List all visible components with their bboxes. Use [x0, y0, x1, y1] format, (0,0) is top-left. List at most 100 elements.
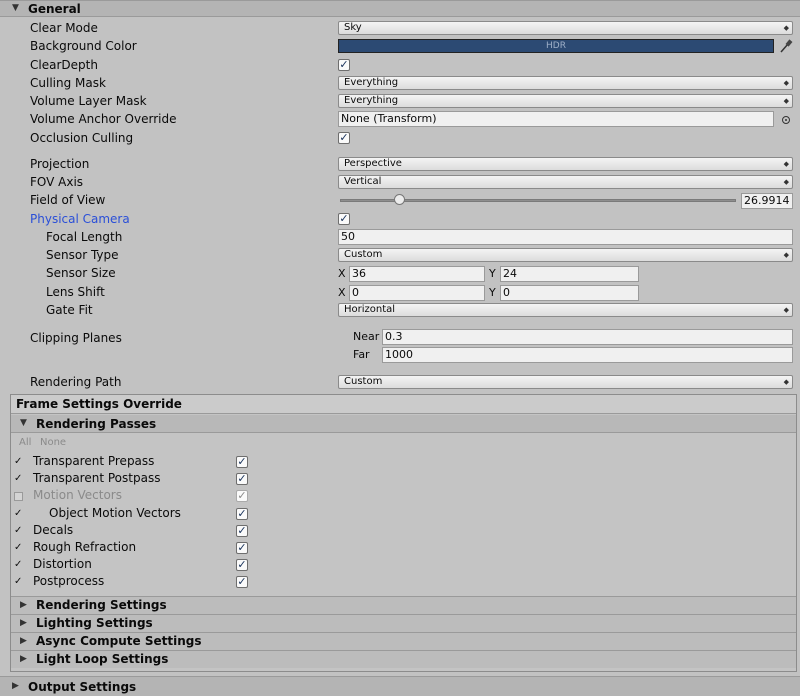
- frame-section-foldout[interactable]: ▶ Lighting Settings: [11, 614, 796, 632]
- rendering-pass-checkbox[interactable]: ✓: [236, 559, 248, 571]
- rendering-pass-label: Transparent Prepass: [33, 454, 155, 468]
- expand-arrow-icon[interactable]: ▶: [20, 636, 27, 646]
- frame-settings-title: Frame Settings Override: [16, 397, 182, 411]
- rendering-pass-label: Object Motion Vectors: [49, 506, 181, 520]
- gate-fit-label: Gate Fit: [46, 303, 93, 317]
- sensor-type-dropdown[interactable]: Custom ◆: [338, 248, 793, 262]
- clear-depth-checkbox[interactable]: ✓: [338, 59, 350, 71]
- expand-arrow-icon[interactable]: ▶: [20, 654, 27, 664]
- background-color-label: Background Color: [30, 39, 137, 53]
- dropdown-arrow-icon: ◆: [783, 306, 789, 314]
- sensor-size-y-label: Y: [489, 267, 496, 280]
- frame-section-foldout[interactable]: ▶ Rendering Settings: [11, 596, 796, 614]
- background-color-swatch[interactable]: HDR: [338, 39, 774, 53]
- rendering-path-dropdown[interactable]: Custom ◆: [338, 375, 793, 389]
- projection-label: Projection: [30, 157, 90, 171]
- sensor-size-y-field[interactable]: 24: [500, 266, 639, 282]
- frame-settings-header: Frame Settings Override: [11, 395, 796, 414]
- override-checkbox[interactable]: ✓: [14, 525, 24, 536]
- rendering-pass-checkbox[interactable]: ✓: [236, 525, 248, 537]
- collapse-arrow-icon[interactable]: ▼: [12, 3, 19, 13]
- override-checkbox[interactable]: ✓: [14, 456, 24, 467]
- volume-layer-mask-label: Volume Layer Mask: [30, 94, 147, 108]
- rendering-pass-checkbox[interactable]: ✓: [236, 473, 248, 485]
- override-checkbox[interactable]: ✓: [14, 576, 24, 587]
- dropdown-arrow-icon: ◆: [783, 160, 789, 168]
- lens-shift-label: Lens Shift: [46, 285, 105, 299]
- override-checkbox[interactable]: ✓: [14, 559, 24, 570]
- frame-section-foldout[interactable]: ▶ Light Loop Settings: [11, 650, 796, 668]
- override-checkbox[interactable]: [14, 492, 23, 501]
- near-label: Near: [353, 330, 380, 343]
- rendering-pass-label: Decals: [33, 523, 74, 537]
- culling-mask-label: Culling Mask: [30, 76, 106, 90]
- general-title: General: [28, 2, 81, 16]
- far-clip-field[interactable]: 1000: [382, 347, 793, 363]
- clear-mode-dropdown[interactable]: Sky ◆: [338, 21, 793, 35]
- select-none-link[interactable]: None: [40, 437, 66, 448]
- near-clip-field[interactable]: 0.3: [382, 329, 793, 345]
- sensor-size-x-label: X: [338, 267, 346, 280]
- collapse-arrow-icon[interactable]: ▼: [20, 418, 27, 428]
- rendering-pass-label: Rough Refraction: [33, 540, 137, 554]
- fov-axis-dropdown[interactable]: Vertical ◆: [338, 175, 793, 189]
- rendering-path-label: Rendering Path: [30, 375, 122, 389]
- rendering-passes-foldout[interactable]: ▼ Rendering Passes: [11, 415, 796, 433]
- rendering-pass-label: Motion Vectors: [33, 488, 122, 502]
- clear-mode-label: Clear Mode: [30, 21, 98, 35]
- output-settings-foldout[interactable]: ▶ Output Settings: [0, 676, 800, 696]
- rendering-pass-checkbox[interactable]: ✓: [236, 508, 248, 520]
- dropdown-arrow-icon: ◆: [783, 79, 789, 87]
- output-settings-title: Output Settings: [28, 680, 137, 694]
- physical-camera-checkbox[interactable]: ✓: [338, 213, 350, 225]
- clear-mode-value: Sky: [344, 22, 362, 33]
- frame-section-title: Light Loop Settings: [36, 652, 169, 666]
- projection-value: Perspective: [344, 158, 402, 169]
- override-checkbox[interactable]: ✓: [14, 473, 24, 484]
- dropdown-arrow-icon: ◆: [783, 24, 789, 32]
- culling-mask-dropdown[interactable]: Everything ◆: [338, 76, 793, 90]
- rendering-pass-checkbox[interactable]: ✓: [236, 576, 248, 588]
- fov-value-field[interactable]: 26.9914: [741, 193, 793, 209]
- general-foldout[interactable]: ▼ General: [0, 0, 800, 17]
- lens-shift-x-field[interactable]: 0: [349, 285, 485, 301]
- frame-section-title: Async Compute Settings: [36, 634, 202, 648]
- dropdown-arrow-icon: ◆: [783, 251, 789, 259]
- sensor-size-x-field[interactable]: 36: [349, 266, 485, 282]
- rendering-path-value: Custom: [344, 376, 383, 387]
- rendering-pass-checkbox[interactable]: ✓: [236, 456, 248, 468]
- rendering-pass-label: Postprocess: [33, 574, 105, 588]
- target-icon[interactable]: [781, 114, 791, 124]
- gate-fit-dropdown[interactable]: Horizontal ◆: [338, 303, 793, 317]
- lens-shift-y-label: Y: [489, 286, 496, 299]
- occlusion-culling-checkbox[interactable]: ✓: [338, 132, 350, 144]
- select-all-link[interactable]: All: [19, 437, 31, 448]
- volume-layer-mask-value: Everything: [344, 95, 399, 106]
- focal-length-label: Focal Length: [46, 230, 123, 244]
- occlusion-culling-label: Occlusion Culling: [30, 131, 134, 145]
- culling-mask-value: Everything: [344, 77, 399, 88]
- expand-arrow-icon[interactable]: ▶: [12, 681, 19, 691]
- fov-axis-value: Vertical: [344, 176, 382, 187]
- frame-section-title: Rendering Settings: [36, 598, 167, 612]
- rendering-pass-checkbox[interactable]: ✓: [236, 542, 248, 554]
- projection-dropdown[interactable]: Perspective ◆: [338, 157, 793, 171]
- lens-shift-y-field[interactable]: 0: [500, 285, 639, 301]
- focal-length-field[interactable]: 50: [338, 229, 793, 245]
- volume-layer-mask-dropdown[interactable]: Everything ◆: [338, 94, 793, 108]
- override-checkbox[interactable]: ✓: [14, 508, 24, 519]
- clear-depth-label: ClearDepth: [30, 58, 98, 72]
- dropdown-arrow-icon: ◆: [783, 178, 789, 186]
- hdr-badge: HDR: [546, 41, 566, 51]
- sensor-size-label: Sensor Size: [46, 266, 116, 280]
- fov-slider-thumb[interactable]: [393, 194, 405, 205]
- far-label: Far: [353, 348, 370, 361]
- volume-anchor-override-field[interactable]: None (Transform): [338, 111, 774, 127]
- physical-camera-label: Physical Camera: [30, 212, 130, 226]
- expand-arrow-icon[interactable]: ▶: [20, 618, 27, 628]
- override-checkbox[interactable]: ✓: [14, 542, 24, 553]
- expand-arrow-icon[interactable]: ▶: [20, 600, 27, 610]
- eyedropper-icon[interactable]: [779, 38, 793, 54]
- frame-section-foldout[interactable]: ▶ Async Compute Settings: [11, 632, 796, 650]
- sensor-type-label: Sensor Type: [46, 248, 119, 262]
